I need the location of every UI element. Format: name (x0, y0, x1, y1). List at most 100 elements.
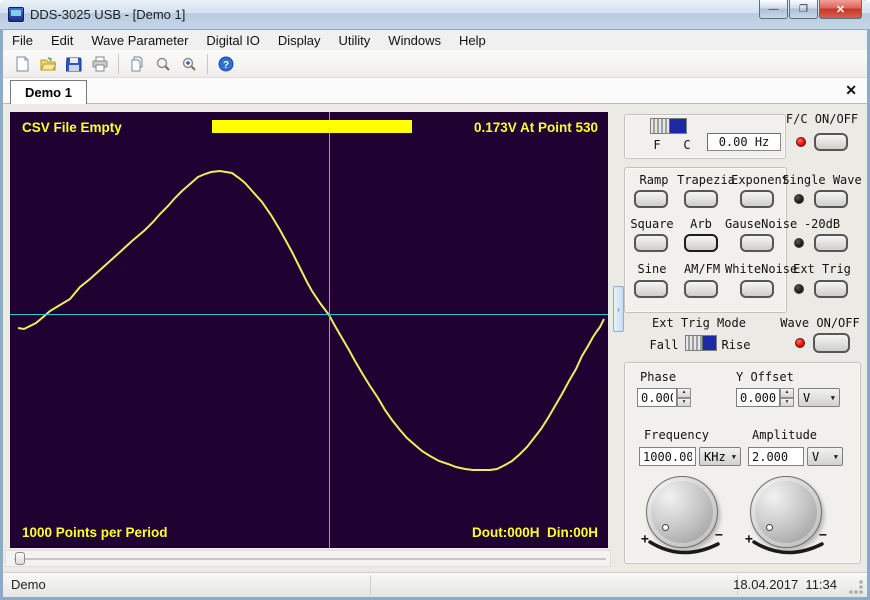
sine-button[interactable] (634, 280, 668, 298)
single-wave-label: Single Wave (778, 173, 866, 187)
amplitude-unit-select[interactable]: V ▼ (807, 447, 843, 466)
fc-switch[interactable] (650, 118, 687, 134)
client-area: CSV File Empty 0.173V At Point 530 1000 … (3, 104, 867, 572)
spinner-down-icon[interactable]: ▼ (780, 398, 794, 408)
gausenoise-button[interactable] (740, 234, 774, 252)
cursor-horizontal-line (10, 314, 608, 315)
app-window: DDS-3025 USB - [Demo 1] — ❐ ✕ File Edit … (0, 0, 870, 600)
trig-edge-switch[interactable] (685, 335, 717, 351)
minimize-button[interactable]: — (759, 0, 788, 19)
menu-display[interactable]: Display (269, 31, 330, 50)
menu-wave-parameter[interactable]: Wave Parameter (82, 31, 197, 50)
amfm-label: AM/FM (679, 262, 725, 276)
trapezia-label: Trapezia (675, 173, 737, 187)
app-icon (8, 7, 24, 22)
scrollbar-track (14, 558, 606, 560)
trig-edge-switch-thumb (686, 336, 703, 350)
fc-switch-track (670, 119, 686, 133)
dropdown-arrow-icon: ▼ (732, 453, 736, 461)
zoom-out-icon[interactable] (151, 53, 175, 75)
dropdown-arrow-icon: ▼ (834, 453, 838, 461)
ext-trig-button[interactable] (814, 280, 848, 298)
ramp-label: Ramp (629, 173, 679, 187)
frequency-knob-arc (644, 538, 724, 560)
square-label: Square (627, 217, 677, 231)
save-icon[interactable] (62, 53, 86, 75)
yoffset-input[interactable] (736, 388, 780, 407)
minus20db-button[interactable] (814, 234, 848, 252)
trapezia-button[interactable] (684, 190, 718, 208)
c-label: C (681, 138, 693, 152)
single-wave-button[interactable] (814, 190, 848, 208)
zoom-in-icon[interactable] (177, 53, 201, 75)
phase-input[interactable] (637, 388, 677, 407)
whitenoise-button[interactable] (740, 280, 774, 298)
phase-label: Phase (640, 370, 684, 384)
dout-din-text: Dout:000H Din:00H (472, 525, 598, 540)
trig-edge-switch-track (703, 336, 717, 350)
spinner-up-icon[interactable]: ▲ (677, 388, 691, 398)
menu-file[interactable]: File (3, 31, 42, 50)
yoffset-label: Y Offset (736, 370, 806, 384)
fall-label: Fall (647, 338, 681, 352)
amfm-button[interactable] (684, 280, 718, 298)
yoffset-unit-select[interactable]: V ▼ (798, 388, 840, 407)
wave-onoff-led (795, 338, 805, 348)
status-bar: Demo 18.04.2017 11:34 (3, 572, 867, 597)
panel-expander-button[interactable]: › (613, 286, 624, 332)
menu-digital-io[interactable]: Digital IO (197, 31, 268, 50)
sine-label: Sine (629, 262, 675, 276)
counter-frequency-display: 0.00 Hz (707, 133, 781, 151)
horizontal-scrollbar[interactable] (5, 550, 611, 567)
frequency-label: Frequency (644, 428, 724, 442)
menu-windows[interactable]: Windows (379, 31, 450, 50)
spinner-up-icon[interactable]: ▲ (780, 388, 794, 398)
help-icon[interactable]: ? (214, 53, 238, 75)
menu-utility[interactable]: Utility (330, 31, 380, 50)
dropdown-arrow-icon: ▼ (831, 394, 835, 402)
spinner-down-icon[interactable]: ▼ (677, 398, 691, 408)
cursor-readout-text: 0.173V At Point 530 (474, 120, 598, 135)
tab-bar: Demo 1 ✕ (3, 78, 867, 104)
selection-bar (212, 120, 412, 133)
maximize-button[interactable]: ❐ (789, 0, 818, 19)
amplitude-label: Amplitude (752, 428, 832, 442)
amplitude-knob-arc (748, 538, 828, 560)
menu-help[interactable]: Help (450, 31, 495, 50)
new-document-icon[interactable] (10, 53, 34, 75)
copy-icon[interactable] (125, 53, 149, 75)
fc-onoff-button[interactable] (814, 133, 848, 151)
amplitude-input[interactable] (748, 447, 804, 466)
square-button[interactable] (634, 234, 668, 252)
frequency-input[interactable] (639, 447, 696, 466)
wave-onoff-button[interactable] (813, 333, 850, 353)
yoffset-spinner[interactable]: ▲ ▼ (780, 388, 794, 407)
amplitude-unit-value: V (812, 450, 819, 464)
resize-grip[interactable] (849, 580, 863, 594)
phase-spinner[interactable]: ▲ ▼ (677, 388, 691, 407)
amplitude-knob-indicator (766, 524, 773, 531)
open-folder-icon[interactable] (36, 53, 60, 75)
menu-edit[interactable]: Edit (42, 31, 82, 50)
toolbar-separator (118, 54, 119, 74)
print-icon[interactable] (88, 53, 112, 75)
arb-button[interactable] (684, 234, 718, 252)
tab-close-icon[interactable]: ✕ (845, 82, 857, 99)
waveform-trace (18, 171, 604, 470)
scrollbar-thumb[interactable] (15, 552, 25, 565)
tab-demo1[interactable]: Demo 1 (10, 80, 87, 104)
waveform-plot (10, 112, 608, 548)
status-datetime: 18.04.2017 11:34 (733, 577, 837, 592)
status-text: Demo (11, 577, 46, 592)
frequency-unit-select[interactable]: KHz ▼ (699, 447, 741, 466)
csv-status-text: CSV File Empty (22, 120, 122, 135)
window-title: DDS-3025 USB - [Demo 1] (30, 7, 185, 22)
points-per-period-text: 1000 Points per Period (22, 525, 168, 540)
waveform-display[interactable]: CSV File Empty 0.173V At Point 530 1000 … (10, 112, 608, 548)
exponent-button[interactable] (740, 190, 774, 208)
ext-trig-label: Ext Trig (778, 262, 866, 276)
close-button[interactable]: ✕ (819, 0, 862, 19)
ramp-button[interactable] (634, 190, 668, 208)
fc-onoff-label: F/C ON/OFF (780, 112, 864, 126)
ext-trig-led (794, 284, 804, 294)
